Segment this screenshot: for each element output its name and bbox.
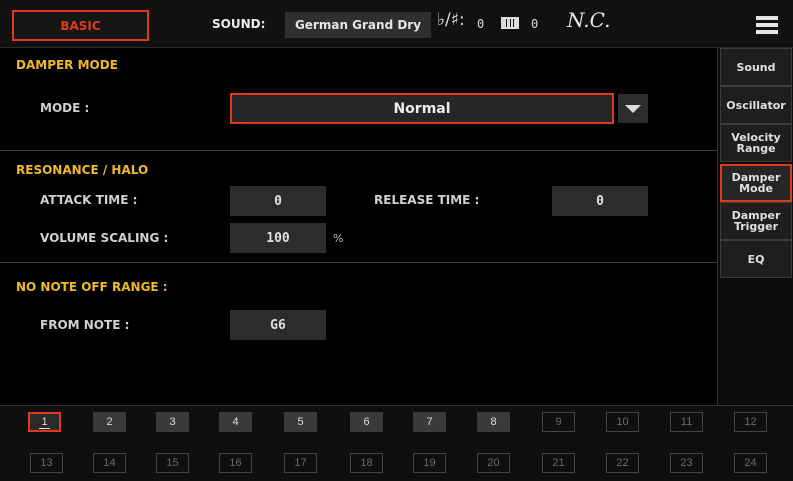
track-button[interactable]: 8 xyxy=(477,412,510,432)
section-title-damper-mode: DAMPER MODE xyxy=(16,58,118,72)
top-bar: BASIC SOUND: German Grand Dry ♭/♯: 0 0 N… xyxy=(0,0,793,48)
tab-velocity-range[interactable]: Velocity Range xyxy=(720,124,792,162)
octave-value: 0 xyxy=(531,17,539,31)
track-button[interactable]: 3 xyxy=(156,412,189,432)
track-button[interactable]: 12 xyxy=(734,412,767,432)
track-button[interactable]: 7 xyxy=(413,412,446,432)
from-note-label: FROM NOTE : xyxy=(40,318,130,332)
tab-oscillator[interactable]: Oscillator xyxy=(720,86,792,124)
track-button[interactable]: 20 xyxy=(477,453,510,473)
track-button[interactable]: 22 xyxy=(606,453,639,473)
track-button[interactable]: 2 xyxy=(93,412,126,432)
track-button[interactable]: 18 xyxy=(350,453,383,473)
track-button[interactable]: 17 xyxy=(284,453,317,473)
track-button[interactable]: 19 xyxy=(413,453,446,473)
keyboard-icon xyxy=(501,17,519,29)
tab-sound[interactable]: Sound xyxy=(720,48,792,86)
track-button[interactable]: 11 xyxy=(670,412,703,432)
track-button[interactable]: 1 xyxy=(28,412,61,432)
side-tab-bar: Sound Oscillator Velocity Range Damper M… xyxy=(717,48,793,405)
track-button[interactable]: 21 xyxy=(542,453,575,473)
track-button[interactable]: 6 xyxy=(350,412,383,432)
sound-name-field[interactable]: German Grand Dry xyxy=(285,12,431,38)
track-button[interactable]: 14 xyxy=(93,453,126,473)
volume-scaling-label: VOLUME SCALING : xyxy=(40,231,169,245)
transpose-value: 0 xyxy=(477,17,485,31)
section-title-resonance: RESONANCE / HALO xyxy=(16,163,149,177)
attack-time-label: ATTACK TIME : xyxy=(40,193,138,207)
track-button[interactable]: 10 xyxy=(606,412,639,432)
attack-time-field[interactable]: 0 xyxy=(230,186,326,216)
from-note-field[interactable]: G6 xyxy=(230,310,326,340)
track-button[interactable]: 4 xyxy=(219,412,252,432)
chord-name: N.C. xyxy=(567,8,611,32)
mode-select[interactable]: Normal xyxy=(230,93,614,124)
track-button[interactable]: 15 xyxy=(156,453,189,473)
flat-sharp-label: ♭/♯: xyxy=(437,10,465,30)
track-button[interactable]: 13 xyxy=(30,453,63,473)
edit-panel: DAMPER MODE MODE : Normal RESONANCE / HA… xyxy=(0,48,717,405)
tab-damper-mode[interactable]: Damper Mode xyxy=(720,164,792,202)
section-title-no-note-off: NO NOTE OFF RANGE : xyxy=(16,280,168,294)
percent-unit: % xyxy=(333,232,344,245)
track-button[interactable]: 16 xyxy=(219,453,252,473)
track-button[interactable]: 9 xyxy=(542,412,575,432)
track-button[interactable]: 23 xyxy=(670,453,703,473)
menu-icon[interactable] xyxy=(756,16,778,34)
damper-mode-section: DAMPER MODE MODE : Normal xyxy=(0,48,717,151)
tab-damper-trigger[interactable]: Damper Trigger xyxy=(720,202,792,240)
no-note-off-section: NO NOTE OFF RANGE : FROM NOTE : G6 xyxy=(0,263,717,405)
track-button[interactable]: 5 xyxy=(284,412,317,432)
resonance-section: RESONANCE / HALO ATTACK TIME : 0 RELEASE… xyxy=(0,151,717,263)
volume-scaling-field[interactable]: 100 xyxy=(230,223,326,253)
release-time-field[interactable]: 0 xyxy=(552,186,648,216)
tab-eq[interactable]: EQ xyxy=(720,240,792,278)
dropdown-arrow-icon[interactable] xyxy=(618,94,648,123)
release-time-label: RELEASE TIME : xyxy=(374,193,480,207)
mode-button[interactable]: BASIC xyxy=(12,10,149,41)
track-select-bar: 1 2 3 4 5 6 7 8 9 10 11 12 13 14 15 16 1… xyxy=(0,405,793,481)
track-button[interactable]: 24 xyxy=(734,453,767,473)
mode-label: MODE : xyxy=(40,101,90,115)
sound-label: SOUND: xyxy=(212,17,266,31)
